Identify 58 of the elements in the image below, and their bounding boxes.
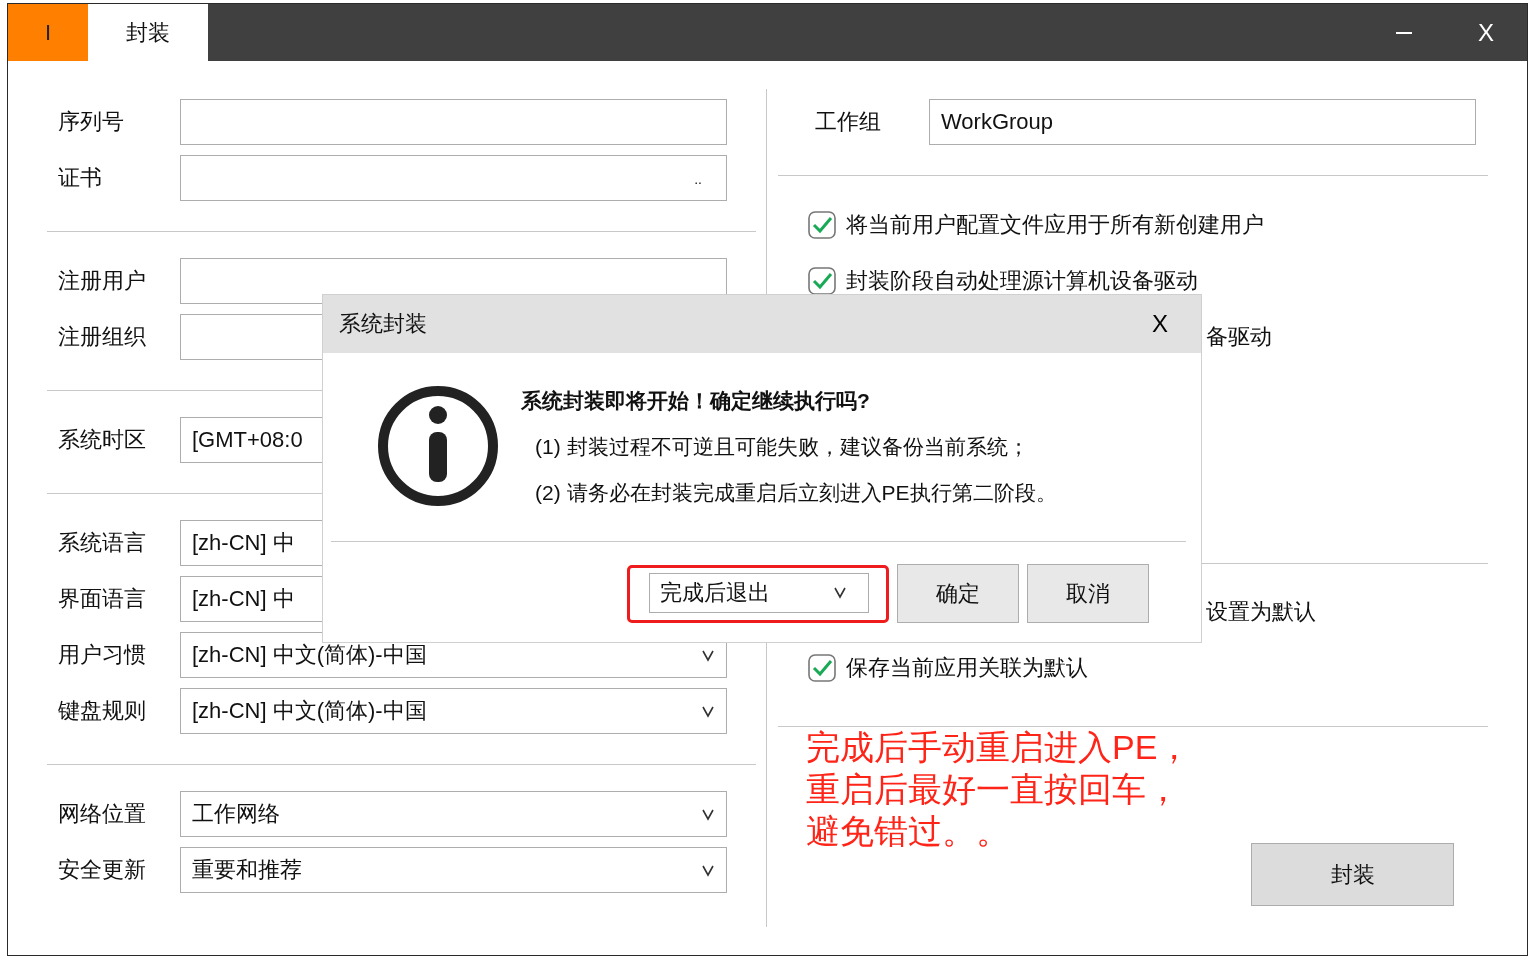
- dialog-title: 系统封装: [339, 310, 428, 338]
- field-value: [zh-CN] 中文(简体)-中国: [192, 697, 427, 725]
- field-label: 注册用户: [58, 267, 147, 295]
- field-label: 网络位置: [58, 800, 147, 828]
- dropdown[interactable]: 重要和推荐: [180, 847, 727, 893]
- caret-icon: [834, 586, 846, 599]
- dialog-item: (1) 封装过程不可逆且可能失败，建议备份当前系统；: [534, 434, 1030, 460]
- dropdown[interactable]: [zh-CN] 中文(简体)-中国: [180, 688, 727, 734]
- dialog-message: 系统封装即将开始！确定继续执行吗?: [521, 388, 871, 414]
- checkbox-label: 设置为默认: [1206, 598, 1316, 626]
- field-value: WorkGroup: [941, 109, 1054, 135]
- field-label: 用户习惯: [58, 641, 147, 669]
- dialog-item: (2) 请务必在封装完成重启后立刻进入PE执行第二阶段。: [534, 480, 1057, 506]
- field-value: [zh-CN] 中: [192, 529, 295, 557]
- caret-icon: [702, 807, 714, 821]
- tab[interactable]: I: [8, 4, 88, 61]
- field-label: 系统语言: [58, 529, 147, 557]
- field-label: 安全更新: [58, 856, 147, 884]
- minimize-icon[interactable]: [1396, 31, 1412, 34]
- close-button[interactable]: X: [1135, 309, 1185, 339]
- caret-icon: [702, 648, 714, 662]
- field-label: 系统时区: [58, 426, 147, 454]
- checkbox-label: 备驱动: [1206, 323, 1272, 351]
- annotation-text: 完成后手动重启进入PE，: [806, 728, 1192, 766]
- checkbox[interactable]: [808, 211, 836, 239]
- dropdown[interactable]: 完成后退出: [649, 572, 869, 613]
- checkbox-label: 封装阶段自动处理源计算机设备驱动: [846, 267, 1198, 295]
- tab[interactable]: 封装: [88, 4, 208, 61]
- dialog-button[interactable]: 取消: [1027, 564, 1149, 623]
- field-label: 证书: [58, 164, 103, 192]
- close-button[interactable]: X: [1445, 4, 1527, 61]
- checkbox-label: 保存当前应用关联为默认: [846, 654, 1088, 682]
- field-label: 工作组: [815, 108, 882, 136]
- field-label: 界面语言: [58, 585, 147, 613]
- field-value: 工作网络: [192, 800, 280, 828]
- field-value: [zh-CN] 中文(简体)-中国: [192, 641, 427, 669]
- checkbox[interactable]: [808, 267, 836, 295]
- input-field[interactable]: ..: [180, 155, 727, 201]
- annotation-text: 重启后最好一直按回车，: [806, 770, 1180, 808]
- seal-button[interactable]: 封装: [1251, 843, 1454, 906]
- dropdown[interactable]: 工作网络: [180, 791, 727, 837]
- info-icon: [377, 385, 499, 507]
- field-value: [zh-CN] 中: [192, 585, 295, 613]
- checkbox-label: 将当前用户配置文件应用于所有新创建用户: [846, 211, 1264, 239]
- input-field[interactable]: [180, 99, 727, 145]
- field-value: 重要和推荐: [192, 856, 302, 884]
- caret-icon: [702, 704, 714, 718]
- dropdown-value: 完成后退出: [660, 578, 770, 607]
- field-label: 键盘规则: [58, 697, 147, 725]
- annotation-text: 避免错过。。: [806, 812, 1010, 850]
- dialog-button[interactable]: 确定: [897, 564, 1019, 623]
- caret-icon: [702, 863, 714, 877]
- checkbox[interactable]: [808, 654, 836, 682]
- field-value: [GMT+08:0: [192, 427, 303, 453]
- field-label: 注册组织: [58, 323, 147, 351]
- input-field[interactable]: WorkGroup: [929, 99, 1476, 145]
- field-label: 序列号: [58, 108, 125, 136]
- browse-button[interactable]: ..: [694, 174, 702, 184]
